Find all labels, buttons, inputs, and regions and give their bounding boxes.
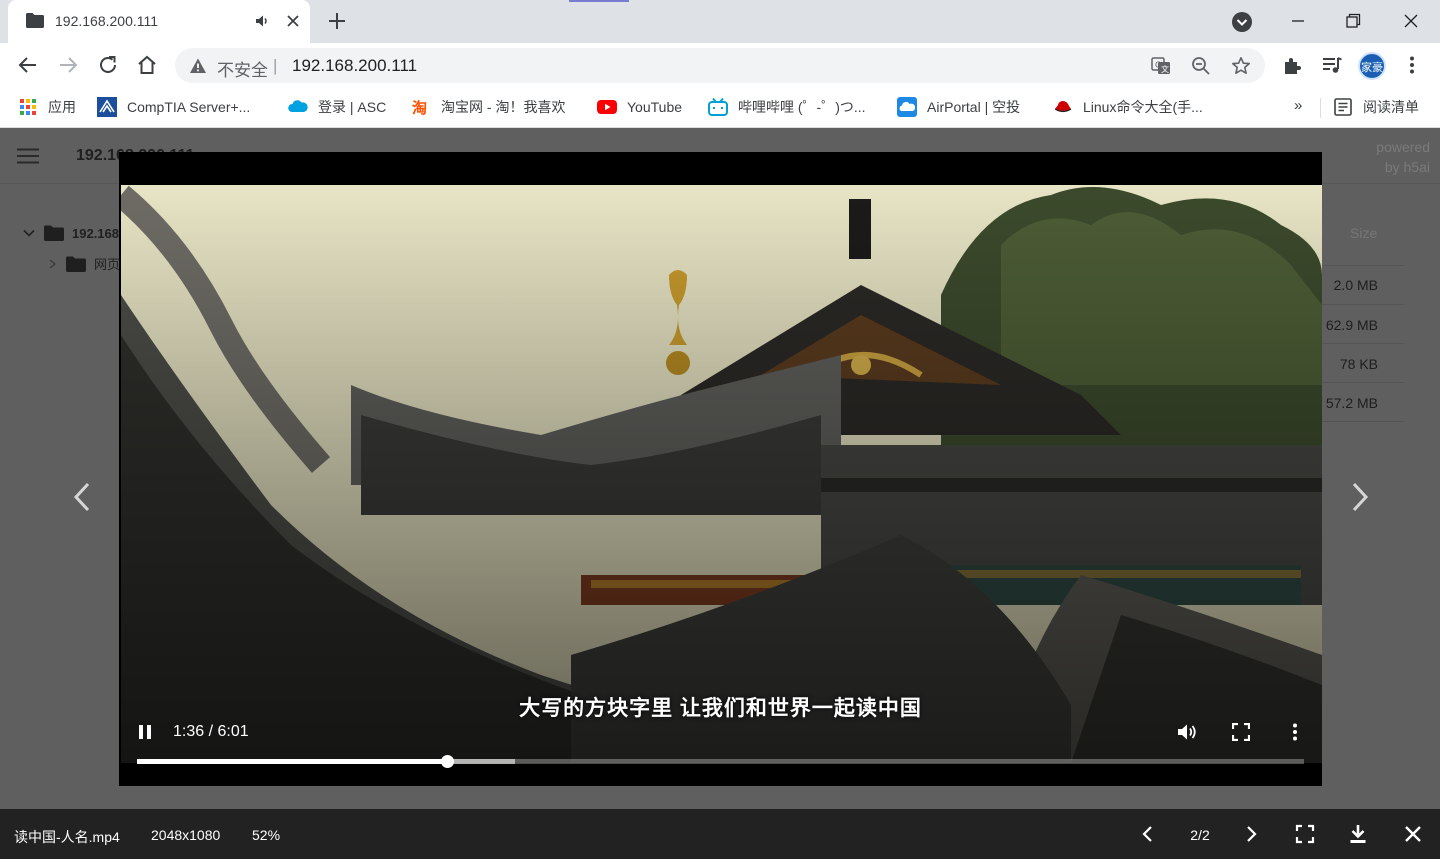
profile-avatar[interactable]: 家豪 <box>1358 52 1386 80</box>
viewer-zoom: 52% <box>252 827 281 843</box>
bookmarks-bar: 应用 CompTIA Server+... 登录 | ASC 淘 淘宝网 - 淘… <box>0 88 1440 128</box>
reading-list-button[interactable]: 阅读清单 <box>1333 88 1419 126</box>
viewer-dimensions: 2048x1080 <box>151 827 221 843</box>
viewer-download-icon[interactable] <box>1347 823 1369 845</box>
folder-icon <box>26 13 44 28</box>
tab-title: 192.168.200.111 <box>55 13 159 29</box>
bookmark-star-icon[interactable] <box>1231 56 1251 76</box>
translate-icon[interactable]: G文 <box>1151 56 1171 76</box>
bookmark-airportal[interactable]: AirPortal | 空投 <box>897 88 1020 126</box>
extensions-puzzle-icon[interactable] <box>1281 53 1305 77</box>
bookmark-bilibili[interactable]: 哔哩哔哩 (゜-゜)つ... <box>708 88 866 126</box>
chevron-down-icon[interactable] <box>22 226 36 240</box>
row-divider <box>1320 304 1404 305</box>
bookmarks-overflow-button[interactable]: » <box>1294 97 1302 114</box>
bookmark-apps[interactable]: 应用 <box>18 88 76 126</box>
row-divider <box>1320 421 1404 422</box>
bookmark-label: 淘宝网 - 淘！我喜欢 <box>441 99 566 115</box>
pause-icon[interactable] <box>137 724 153 740</box>
security-separator: | <box>273 56 278 75</box>
youtube-icon <box>597 100 617 114</box>
viewer-bottom-bar: 读中国-人名.mp4 2048x1080 52% 2/2 <box>0 809 1440 859</box>
tree-child-item[interactable]: 网页 <box>46 254 120 273</box>
viewer-fullscreen-icon[interactable] <box>1294 823 1316 845</box>
airportal-icon <box>897 97 917 117</box>
bilibili-icon <box>708 97 728 116</box>
temple-roof-scene <box>121 185 1322 763</box>
hamburger-menu-icon[interactable] <box>17 148 39 164</box>
bookmark-linux-commands[interactable]: Linux命令大全(手... <box>1053 88 1203 126</box>
zoom-out-icon[interactable] <box>1191 56 1211 76</box>
size-column-header[interactable]: Size <box>1350 225 1377 241</box>
bookmark-youtube[interactable]: YouTube <box>597 88 682 126</box>
bookmark-label: 应用 <box>48 99 76 115</box>
bookmark-asc[interactable]: 登录 | ASC <box>288 88 386 126</box>
video-subtitle: 大写的方块字里 让我们和世界一起读中国 <box>519 697 922 720</box>
video-played <box>137 759 448 764</box>
video-player[interactable]: 大写的方块字里 让我们和世界一起读中国 1:36 / 6:01 <box>119 152 1322 786</box>
tab-search-icon[interactable] <box>1231 11 1253 33</box>
reading-list-icon <box>1334 98 1352 116</box>
svg-text:文: 文 <box>1161 64 1169 74</box>
security-label[interactable]: 不安全 <box>217 56 268 81</box>
home-icon[interactable] <box>135 53 159 77</box>
address-bar[interactable]: 不安全 | 192.168.200.111 G文 <box>175 48 1265 83</box>
bookmarks-divider <box>1320 98 1321 118</box>
folder-icon <box>44 225 64 241</box>
fullscreen-icon[interactable] <box>1232 723 1250 741</box>
window-close-icon[interactable] <box>1398 8 1424 34</box>
svg-text:淘: 淘 <box>411 99 427 117</box>
video-scrubber-knob[interactable] <box>441 755 455 768</box>
bookmark-taobao[interactable]: 淘 淘宝网 - 淘！我喜欢 <box>411 88 565 126</box>
taobao-icon: 淘 <box>411 99 427 117</box>
row-divider <box>1320 382 1404 383</box>
bookmark-label: 登录 | ASC <box>318 99 387 115</box>
viewer-next-icon[interactable] <box>1240 823 1262 845</box>
chevron-right-icon[interactable] <box>46 258 58 270</box>
powered-by-h5ai[interactable]: powered by h5ai <box>1360 137 1430 177</box>
comptia-icon <box>97 97 117 117</box>
folder-icon <box>66 256 86 272</box>
row-divider <box>1320 265 1404 266</box>
browser-toolbar: 不安全 | 192.168.200.111 G文 家豪 <box>0 43 1440 88</box>
back-icon[interactable] <box>16 53 40 77</box>
reading-list-label: 阅读清单 <box>1363 99 1419 115</box>
volume-icon[interactable] <box>1176 722 1198 742</box>
salesforce-cloud-icon <box>288 100 308 112</box>
viewer-filename: 读中国-人名.mp4 <box>14 829 120 845</box>
viewer-prev-icon[interactable] <box>1137 823 1159 845</box>
url-text[interactable]: 192.168.200.111 <box>292 56 417 76</box>
bookmark-label: YouTube <box>627 99 683 115</box>
new-tab-icon[interactable] <box>326 10 348 32</box>
reload-icon[interactable] <box>96 53 120 77</box>
row-divider <box>1320 343 1404 344</box>
video-time: 1:36 / 6:01 <box>173 723 249 740</box>
tab-strip: 192.168.200.111 <box>0 0 1440 43</box>
tab-strip-accent <box>569 0 629 2</box>
next-item-icon[interactable] <box>1346 480 1372 514</box>
media-control-icon[interactable] <box>1320 53 1344 77</box>
bookmark-label: 哔哩哔哩 (゜-゜)つ... <box>738 99 866 115</box>
audio-playing-icon[interactable] <box>254 13 270 29</box>
tab-close-icon[interactable] <box>284 12 302 30</box>
not-secure-warning-icon[interactable] <box>189 57 207 75</box>
forward-icon[interactable] <box>56 53 80 77</box>
more-menu-icon[interactable] <box>1400 53 1424 77</box>
bookmark-comptia[interactable]: CompTIA Server+... <box>97 88 250 126</box>
bookmark-label: Linux命令大全(手... <box>1083 99 1203 115</box>
redhat-icon <box>1054 101 1072 113</box>
bookmark-label: AirPortal | 空投 <box>927 99 1021 115</box>
minimize-icon[interactable] <box>1285 8 1311 34</box>
viewer-close-icon[interactable] <box>1402 823 1424 845</box>
apps-grid-icon <box>20 99 36 115</box>
video-progress-bar[interactable] <box>137 755 1304 768</box>
previous-item-icon[interactable] <box>70 480 96 514</box>
tree-label: 网页 <box>94 257 121 272</box>
viewer-counter: 2/2 <box>1190 827 1210 843</box>
bookmark-label: CompTIA Server+... <box>127 99 251 115</box>
restore-icon[interactable] <box>1340 8 1366 34</box>
video-more-options-icon[interactable] <box>1289 723 1301 741</box>
active-tab[interactable]: 192.168.200.111 <box>8 0 310 43</box>
video-frame[interactable] <box>121 185 1322 763</box>
